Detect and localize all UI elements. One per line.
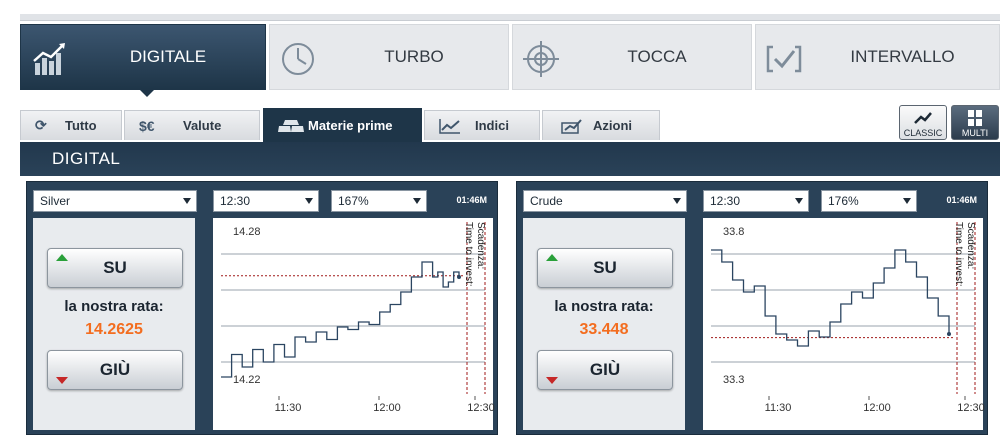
asset-panel-crude: Crude 12:30 176% 01:46M SU la nostra rat… [516, 181, 988, 435]
grid-icon [968, 110, 982, 126]
asset-select-value: Silver [40, 194, 71, 208]
rate-label: la nostra rata: [64, 298, 164, 315]
x-tick-label: 11:30 [764, 402, 792, 414]
subtab-valute[interactable]: $€ Valute [124, 110, 260, 140]
y-axis-top-label: 14.28 [233, 226, 261, 238]
currency-icon: $€ [139, 117, 155, 134]
subtab-azioni-label: Azioni [593, 118, 632, 133]
expiry-select-value: 12:30 [710, 194, 741, 208]
invest-marker-label: Time to invest: [463, 222, 474, 287]
y-axis-bottom-label: 33.3 [723, 374, 745, 386]
classic-view-button[interactable]: CLASSIC [899, 105, 947, 140]
subtab-materie-prime[interactable]: Materie prime [263, 108, 422, 142]
multi-view-button[interactable]: MULTI [951, 105, 999, 140]
asset-select[interactable]: Crude [523, 190, 687, 212]
top-divider [20, 14, 1000, 21]
chevron-down-icon [183, 198, 191, 204]
invest-marker-label: Time to invest: [953, 222, 964, 287]
chevron-down-icon [305, 198, 313, 204]
payout-select-value: 176% [828, 194, 859, 208]
subtab-indici-label: Indici [475, 118, 509, 133]
countdown-timer: 01:46M [946, 195, 977, 205]
tab-digitale[interactable]: DIGITALE [20, 24, 266, 97]
put-button-label: GIÙ [99, 360, 131, 379]
section-title: DIGITAL [52, 149, 121, 168]
share-chart-icon [561, 118, 582, 134]
section-header: DIGITAL [20, 142, 1000, 176]
asset-panel-silver: Silver 12:30 167% 01:46M SU la nostra ra… [26, 181, 498, 435]
multi-view-label: MULTI [961, 128, 989, 138]
tab-tocca[interactable]: TOCCA [512, 24, 752, 90]
price-line [221, 261, 460, 378]
price-point [947, 332, 951, 336]
gold-bars-icon [278, 119, 304, 132]
rate-label: la nostra rata: [554, 298, 654, 315]
tab-tocca-label: TOCCA [627, 47, 687, 66]
x-tick-label: 11:30 [274, 402, 302, 414]
put-button[interactable]: GIÙ [537, 350, 673, 390]
subtab-azioni[interactable]: Azioni [542, 110, 660, 140]
y-axis-bottom-label: 14.22 [233, 374, 261, 386]
trade-box: SU la nostra rata: 33.448 GIÙ [523, 218, 685, 430]
call-button[interactable]: SU [47, 248, 183, 288]
subtab-materie-prime-label: Materie prime [308, 118, 393, 133]
classic-view-label: CLASSIC [903, 128, 943, 138]
subtab-tutto[interactable]: ⟳ Tutto [20, 110, 122, 140]
subtab-tutto-label: Tutto [65, 118, 97, 133]
asset-select-value: Crude [530, 194, 563, 208]
payout-select[interactable]: 176% [821, 190, 917, 212]
payout-select[interactable]: 167% [331, 190, 427, 212]
y-axis-top-label: 33.8 [723, 226, 745, 238]
refresh-icon: ⟳ [35, 117, 47, 133]
expiry-select[interactable]: 12:30 [703, 190, 809, 212]
expiry-marker-label: Scadenza: [965, 222, 976, 270]
tab-digitale-label: DIGITALE [129, 47, 207, 66]
price-chart: 14.28 14.22 11:30 12:00 12:30 Scadenza: … [213, 218, 495, 430]
app-root: DIGITALE TURBO TOCCA INTERVALLO ⟳ Tutto … [0, 0, 1008, 443]
expiry-select-value: 12:30 [220, 194, 251, 208]
expiry-select[interactable]: 12:30 [213, 190, 319, 212]
subtab-indici[interactable]: Indici [424, 110, 540, 140]
arrow-down-icon [546, 377, 558, 384]
main-nav: DIGITALE TURBO TOCCA INTERVALLO [20, 24, 1000, 98]
price-chart-svg [711, 222, 976, 400]
chevron-down-icon [413, 198, 421, 204]
price-chart-svg [221, 222, 486, 400]
rate-value: 33.448 [579, 321, 629, 338]
x-tick-label: 12:00 [373, 402, 401, 414]
x-tick-label: 12:30 [467, 402, 495, 414]
chevron-down-icon [795, 198, 803, 204]
x-tick-label: 12:00 [863, 402, 891, 414]
price-chart: 33.8 33.3 11:30 12:00 12:30 Scadenza: Ti… [703, 218, 985, 430]
tab-intervallo[interactable]: INTERVALLO [755, 24, 1000, 90]
call-button-label: SU [593, 258, 617, 277]
put-button-label: GIÙ [589, 360, 621, 379]
price-line [711, 249, 950, 347]
payout-select-value: 167% [338, 194, 369, 208]
rate-value: 14.2625 [85, 321, 143, 338]
call-button[interactable]: SU [537, 248, 673, 288]
chevron-down-icon [903, 198, 911, 204]
x-tick-label: 12:30 [957, 402, 985, 414]
tab-turbo[interactable]: TURBO [269, 24, 509, 90]
put-button[interactable]: GIÙ [47, 350, 183, 390]
line-chart-icon [439, 118, 460, 134]
tab-turbo-label: TURBO [384, 47, 444, 66]
chevron-down-icon [673, 198, 681, 204]
call-button-label: SU [103, 258, 127, 277]
trade-box: SU la nostra rata: 14.2625 GIÙ [33, 218, 195, 430]
price-point [457, 275, 461, 279]
arrow-up-icon [56, 254, 68, 261]
expiry-marker-label: Scadenza: [475, 222, 486, 270]
subtab-valute-label: Valute [183, 118, 222, 133]
arrow-down-icon [56, 377, 68, 384]
arrow-up-icon [546, 254, 558, 261]
countdown-timer: 01:46M [456, 195, 487, 205]
tab-intervallo-label: INTERVALLO [850, 47, 955, 66]
asset-select[interactable]: Silver [33, 190, 197, 212]
classic-chart-icon [914, 112, 932, 124]
